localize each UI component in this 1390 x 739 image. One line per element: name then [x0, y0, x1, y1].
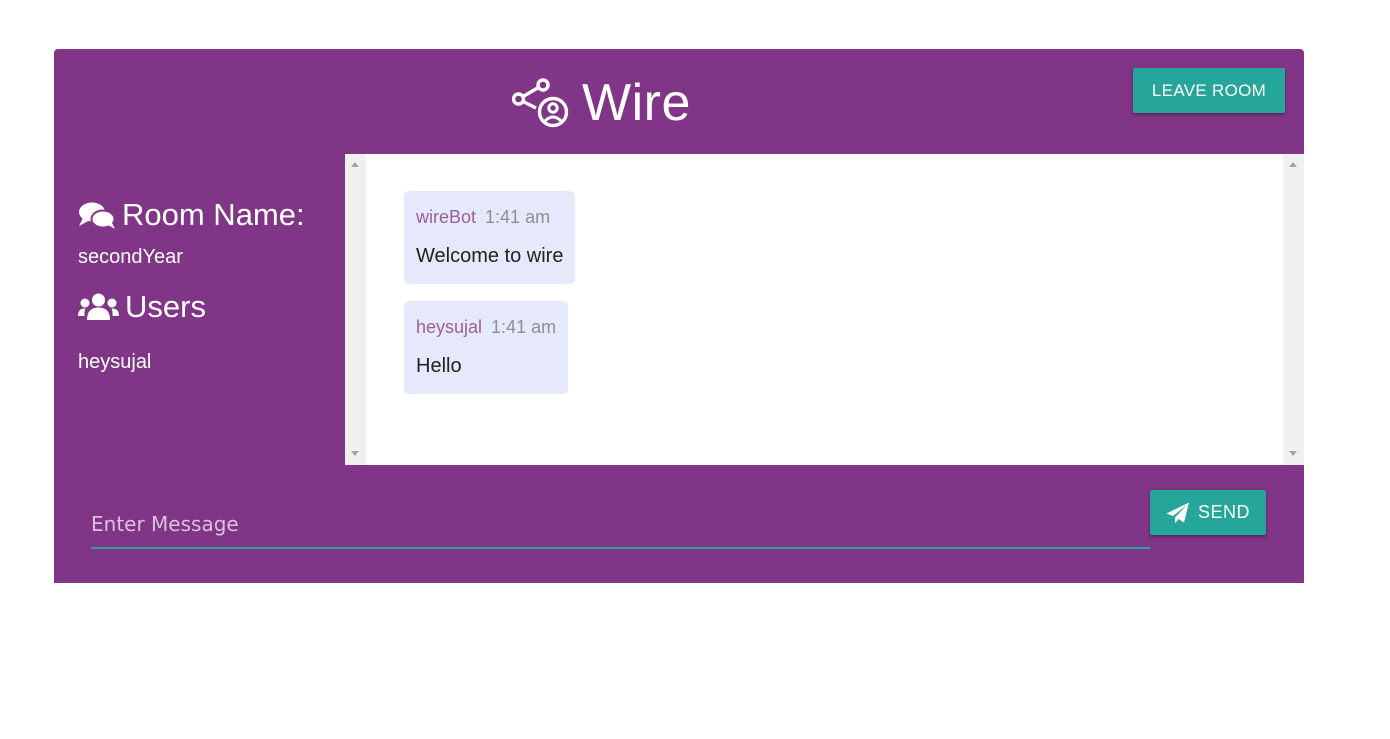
paper-plane-icon	[1166, 502, 1189, 523]
share-user-icon	[512, 78, 569, 128]
message: wireBot 1:41 am Welcome to wire	[404, 191, 576, 284]
chat-app: Wire LEAVE ROOM Room Name: secondYear Us…	[54, 49, 1304, 583]
comments-icon	[79, 202, 116, 229]
sidebar: Room Name: secondYear Users heysujal	[54, 154, 345, 465]
send-button[interactable]: SEND	[1150, 490, 1266, 535]
scroll-up-arrow-icon[interactable]	[1289, 162, 1297, 167]
user-list-item: heysujal	[78, 351, 152, 373]
header: Wire LEAVE ROOM	[54, 49, 1304, 154]
message-meta: heysujal 1:41 am	[416, 316, 556, 338]
users-icon	[78, 293, 119, 320]
room-name-label: Room Name:	[122, 197, 305, 232]
users-label: Users	[125, 289, 206, 324]
message-text: Hello	[416, 355, 462, 377]
right-scrollbar[interactable]	[1283, 154, 1304, 465]
message-username: wireBot	[416, 207, 477, 227]
left-scrollbar[interactable]	[345, 154, 366, 465]
message-time: 1:41 am	[491, 317, 557, 337]
room-name-heading: Room Name:	[78, 197, 305, 233]
brand: Wire	[512, 71, 691, 135]
chat-messages[interactable]: wireBot 1:41 am Welcome to wire heysujal 1…	[345, 154, 1304, 465]
message-username: heysujal	[416, 317, 483, 337]
message-time: 1:41 am	[485, 207, 551, 227]
message: heysujal 1:41 am Hello	[404, 301, 569, 394]
room-name-value: secondYear	[78, 246, 183, 268]
leave-room-button[interactable]: LEAVE ROOM	[1133, 68, 1285, 113]
message-input[interactable]	[91, 501, 1150, 549]
user-list: heysujal	[78, 351, 151, 374]
scroll-down-arrow-icon[interactable]	[351, 451, 359, 456]
message-composer: SEND	[54, 465, 1304, 583]
message-text: Welcome to wire	[416, 245, 564, 267]
message-meta: wireBot 1:41 am	[416, 206, 563, 228]
scroll-up-arrow-icon[interactable]	[351, 162, 359, 167]
users-heading: Users	[78, 289, 206, 325]
app-title: Wire	[582, 74, 691, 132]
send-label: SEND	[1197, 502, 1250, 522]
scroll-down-arrow-icon[interactable]	[1289, 451, 1297, 456]
